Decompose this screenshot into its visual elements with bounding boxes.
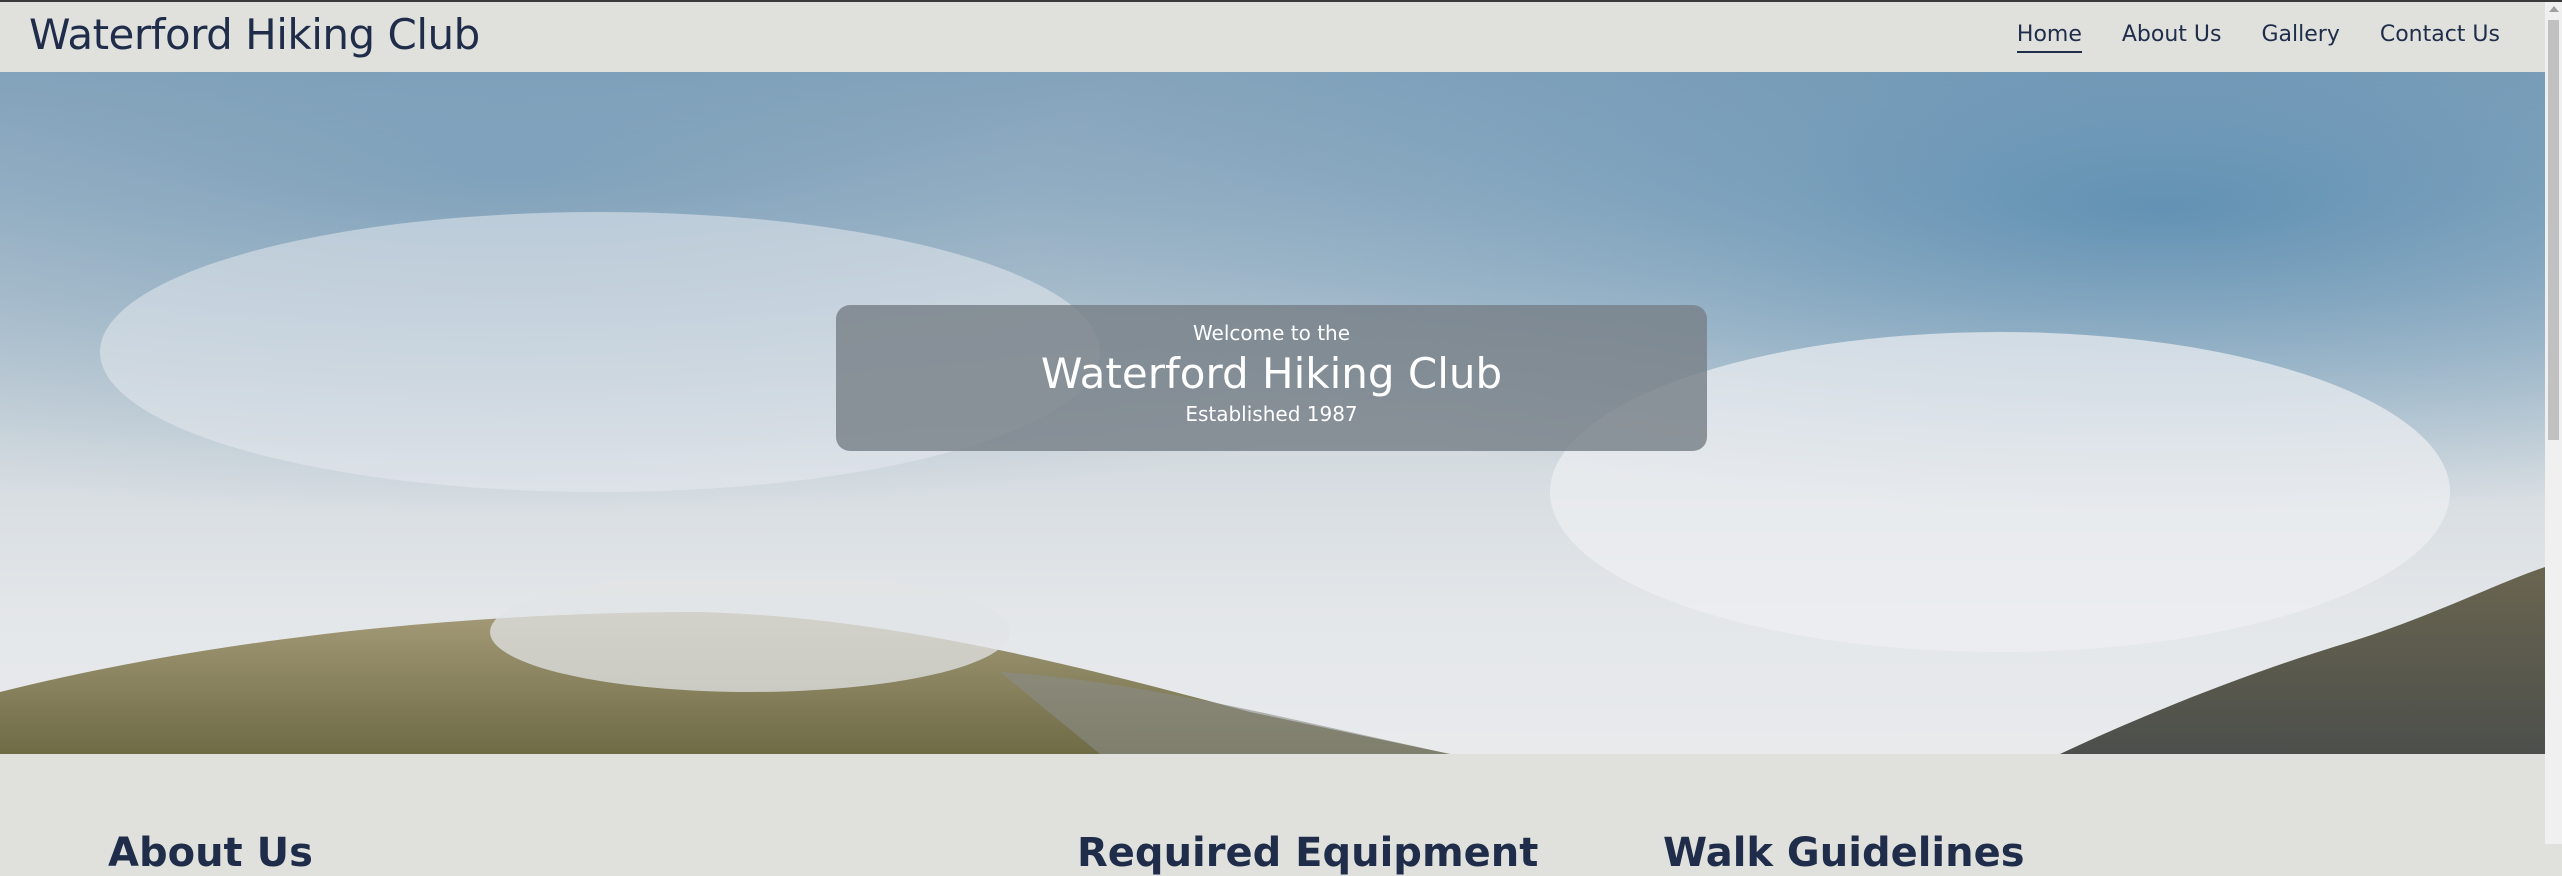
hero-banner: Welcome to the Waterford Hiking Club Est… <box>0 72 2545 754</box>
nav-gallery[interactable]: Gallery <box>2261 22 2339 53</box>
main-nav: Home About Us Gallery Contact Us <box>2016 22 2500 53</box>
scrollbar-thumb[interactable] <box>2548 20 2559 440</box>
site-logo-text[interactable]: Waterford Hiking Club <box>29 10 480 59</box>
nav-about-us[interactable]: About Us <box>2122 22 2222 53</box>
site-header: Waterford Hiking Club Home About Us Gall… <box>0 2 2545 72</box>
nav-home[interactable]: Home <box>2016 22 2082 53</box>
section-heading-required-equipment: Required Equipment <box>1077 830 1539 876</box>
page-scrollbar[interactable] <box>2545 2 2562 844</box>
section-heading-walk-guidelines: Walk Guidelines <box>1663 830 2025 876</box>
hero-subtitle: Welcome to the <box>1192 321 1351 345</box>
nav-contact-us[interactable]: Contact Us <box>2380 22 2500 53</box>
section-heading-about-us: About Us <box>108 830 313 876</box>
hero-title: Waterford Hiking Club <box>1040 349 1503 398</box>
hero-established: Established 1987 <box>1185 402 1358 426</box>
hero-welcome-card: Welcome to the Waterford Hiking Club Est… <box>836 305 1707 451</box>
scroll-up-arrow-icon[interactable] <box>2549 6 2559 12</box>
